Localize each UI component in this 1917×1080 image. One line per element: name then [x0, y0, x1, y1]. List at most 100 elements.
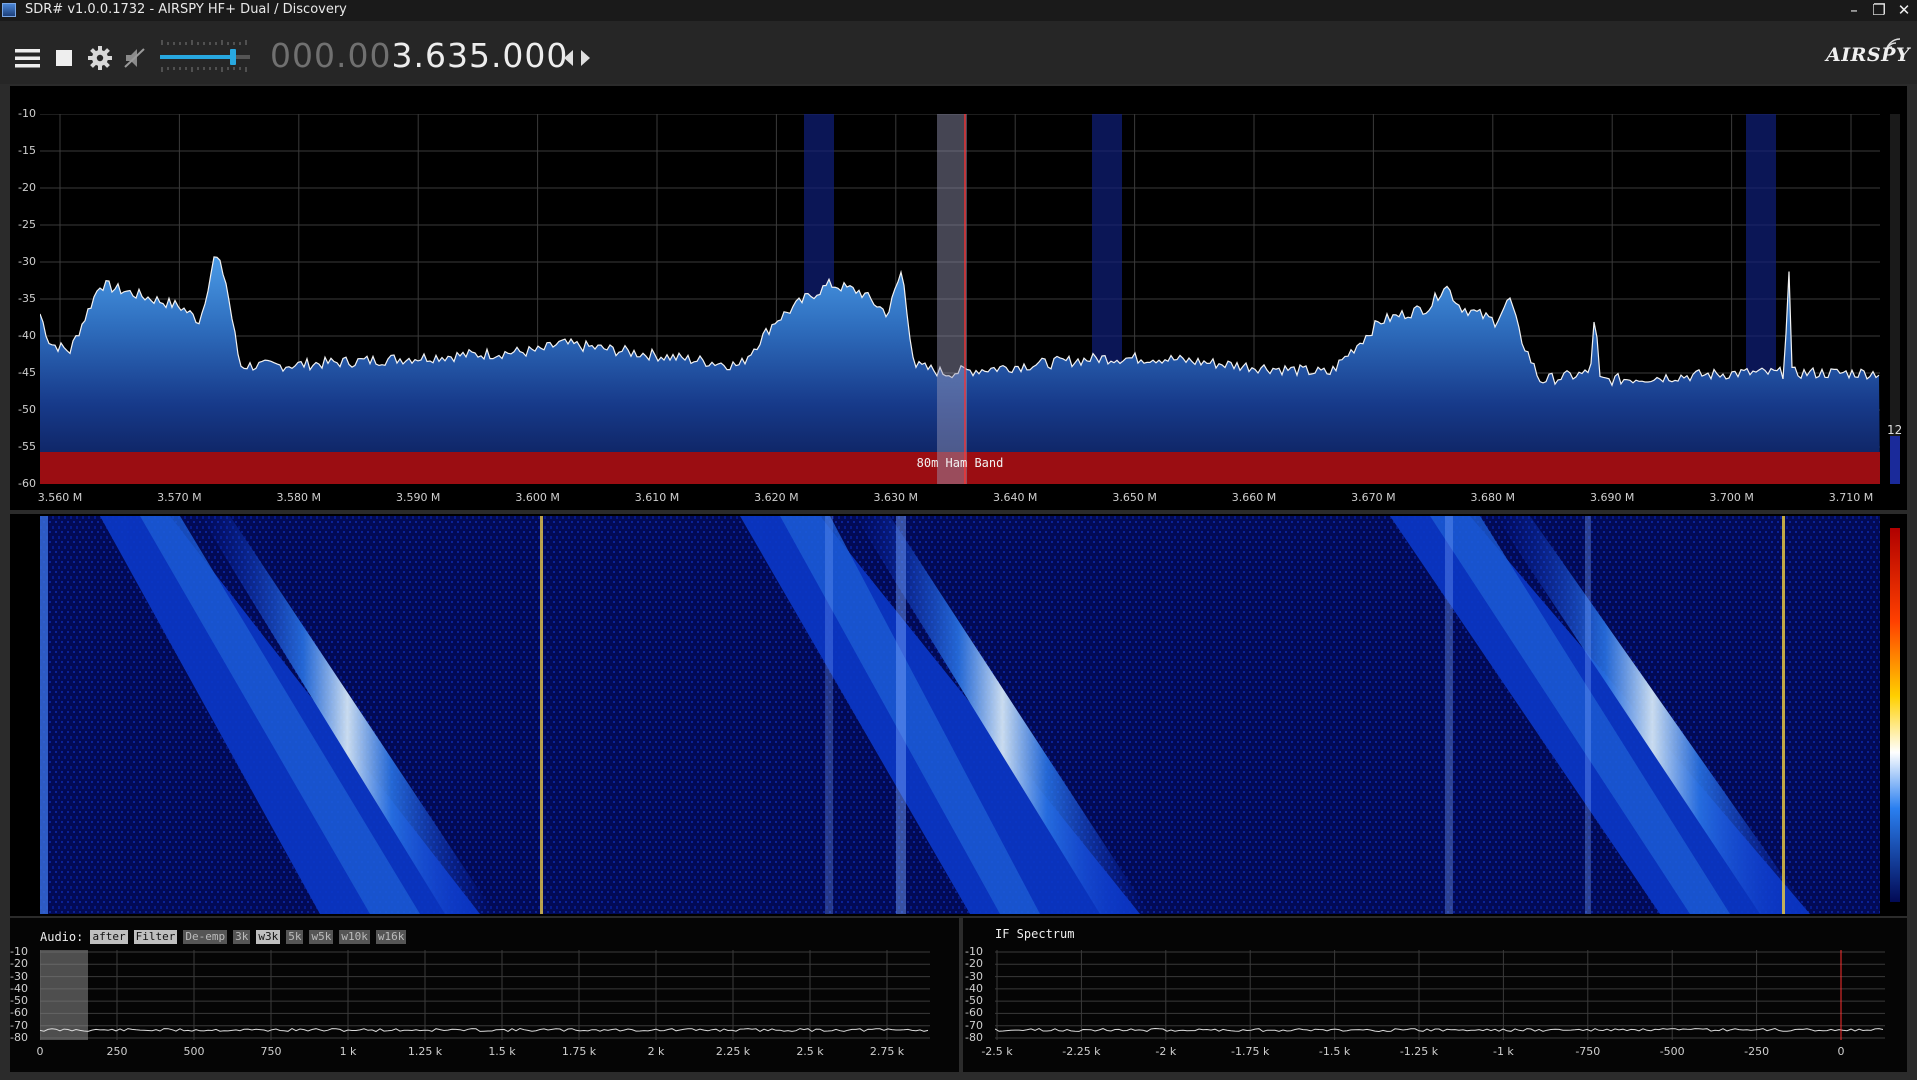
- if-trace: [995, 1027, 1884, 1033]
- if-spectrum-plot[interactable]: [995, 950, 1885, 1040]
- if-x-tick: -2.5 k: [981, 1045, 1013, 1058]
- spectrum-y-tick: -15: [18, 144, 36, 157]
- audio-y-tick: -60: [10, 1006, 28, 1020]
- if-y-tick: -20: [965, 957, 983, 971]
- if-spectrum-title: IF Spectrum: [995, 927, 1075, 941]
- frequency-display[interactable]: 000.003.635.000: [270, 36, 568, 75]
- spectrum-y-tick: -45: [18, 366, 36, 379]
- speaker-muted-icon[interactable]: [122, 46, 148, 70]
- level-bar-fill: [1890, 436, 1900, 484]
- airspy-logo: AIRSPY: [1826, 44, 1910, 66]
- spectrum-x-tick: 3.610 M: [634, 491, 680, 504]
- waterfall-carrier: [1445, 516, 1453, 914]
- level-value: 12: [1887, 423, 1903, 437]
- filter-bandwidth[interactable]: [937, 114, 967, 484]
- audio-filter-region[interactable]: [40, 950, 88, 1040]
- hamburger-menu-icon[interactable]: [14, 46, 42, 70]
- if-y-tick: -60: [965, 1006, 983, 1020]
- audio-option-3k[interactable]: 3k: [233, 929, 251, 944]
- audio-y-tick: -30: [10, 969, 28, 983]
- if-y-tick: -50: [965, 994, 983, 1008]
- audio-spectrum-plot[interactable]: [40, 950, 930, 1040]
- spectrum-x-tick: 3.580 M: [276, 491, 322, 504]
- spectrum-x-tick: 3.650 M: [1112, 491, 1157, 504]
- audio-option-filter[interactable]: Filter: [133, 929, 178, 944]
- waterfall-carrier: [40, 516, 48, 914]
- audio-x-tick: 1.75 k: [561, 1045, 597, 1058]
- spectrum-x-tick: 3.690 M: [1589, 491, 1635, 504]
- audio-option-w16k[interactable]: w16k: [375, 929, 407, 944]
- if-x-tick: -1 k: [1492, 1045, 1514, 1058]
- spectrum-y-tick: -30: [18, 255, 36, 268]
- spectrum-y-tick: -10: [18, 107, 36, 120]
- audio-option-w3k[interactable]: w3k: [256, 929, 281, 944]
- frequency-leading-digits[interactable]: 000.00: [270, 36, 391, 75]
- if-x-tick: -1.5 k: [1318, 1045, 1351, 1058]
- if-x-tick: -1.25 k: [1399, 1045, 1439, 1058]
- spectrum-y-tick: -25: [18, 218, 36, 231]
- if-y-tick: -70: [965, 1018, 983, 1032]
- volume-slider[interactable]: [160, 36, 256, 78]
- spectrum-x-tick: 3.680 M: [1470, 491, 1516, 504]
- spectrum-x-tick: 3.670 M: [1351, 491, 1396, 504]
- spectrum-y-tick: -55: [18, 440, 36, 453]
- spectrum-y-tick: -60: [18, 477, 36, 490]
- window-title-bar: SDR# v1.0.0.1732 - AIRSPY HF+ Dual / Dis…: [0, 0, 1917, 21]
- waterfall-color-scale[interactable]: [1890, 528, 1900, 902]
- waterfall-display[interactable]: [40, 516, 1880, 914]
- audio-y-tick: -80: [10, 1031, 28, 1044]
- if-x-tick: -500: [1659, 1045, 1685, 1058]
- if-y-tick: -30: [965, 969, 983, 983]
- audio-y-tick: -70: [10, 1018, 28, 1032]
- if-y-tick: -40: [965, 981, 983, 995]
- band-plan-label: 80m Ham Band: [916, 456, 1004, 470]
- spectrum-x-tick: 3.640 M: [992, 491, 1038, 504]
- gear-icon[interactable]: [87, 45, 113, 71]
- audio-x-tick: 1 k: [339, 1045, 357, 1058]
- window-title: SDR# v1.0.0.1732 - AIRSPY HF+ Dual / Dis…: [25, 2, 347, 17]
- spectrum-x-tick: 3.700 M: [1709, 491, 1754, 504]
- if-x-tick: -250: [1744, 1045, 1770, 1058]
- audio-y-tick: -10: [10, 945, 28, 958]
- spectrum-x-tick: 3.590 M: [395, 491, 441, 504]
- audio-option-w5k[interactable]: w5k: [309, 929, 334, 944]
- audio-y-tick: -40: [10, 981, 28, 995]
- audio-x-tick: 1.5 k: [488, 1045, 516, 1058]
- if-x-tick: -750: [1575, 1045, 1601, 1058]
- audio-label: Audio:: [40, 929, 84, 944]
- audio-x-tick: 2.75 k: [869, 1045, 905, 1058]
- audio-option-de-emp[interactable]: De-emp: [183, 929, 228, 944]
- restore-button[interactable]: ❐: [1867, 0, 1891, 21]
- audio-x-tick: 0: [36, 1045, 44, 1058]
- audio-option-after[interactable]: after: [90, 929, 128, 944]
- frequency-digits[interactable]: 3.635.000: [391, 36, 568, 75]
- spectrum-x-tick: 3.600 M: [515, 491, 560, 504]
- spectrum-x-tick: 3.660 M: [1231, 491, 1277, 504]
- audio-x-tick: 2.25 k: [715, 1045, 751, 1058]
- spectrum-plot[interactable]: [40, 114, 1880, 484]
- audio-y-tick: -20: [10, 957, 28, 971]
- stop-icon[interactable]: [55, 49, 73, 67]
- if-x-tick: -2 k: [1155, 1045, 1177, 1058]
- audio-trace: [40, 1027, 929, 1033]
- spectrum-x-tick: 3.560 M: [37, 491, 83, 504]
- if-y-tick: -80: [965, 1031, 983, 1044]
- left-right-arrows-icon[interactable]: [562, 48, 592, 68]
- if-y-tick: -10: [965, 945, 983, 958]
- close-button[interactable]: ✕: [1892, 0, 1916, 21]
- spectrum-y-tick: -50: [18, 403, 36, 416]
- audio-options-bar: Audio: after Filter De-emp 3k w3k 5k w5k w10k w1…: [40, 926, 412, 945]
- if-x-tick: 0: [1837, 1045, 1845, 1058]
- waterfall-carrier: [896, 516, 906, 914]
- spectrum-x-tick: 3.710 M: [1828, 491, 1874, 504]
- waterfall-carrier: [1585, 516, 1591, 914]
- app-icon: [2, 3, 16, 17]
- audio-option-w10k[interactable]: w10k: [339, 929, 370, 944]
- waterfall-carrier: [540, 516, 543, 914]
- minimize-button[interactable]: –: [1842, 0, 1866, 21]
- spectrum-y-tick: -35: [18, 292, 36, 305]
- spectrum-y-tick: -40: [18, 329, 36, 342]
- audio-y-tick: -50: [10, 994, 28, 1008]
- audio-x-tick: 2 k: [647, 1045, 665, 1058]
- audio-option-5k[interactable]: 5k: [286, 929, 304, 944]
